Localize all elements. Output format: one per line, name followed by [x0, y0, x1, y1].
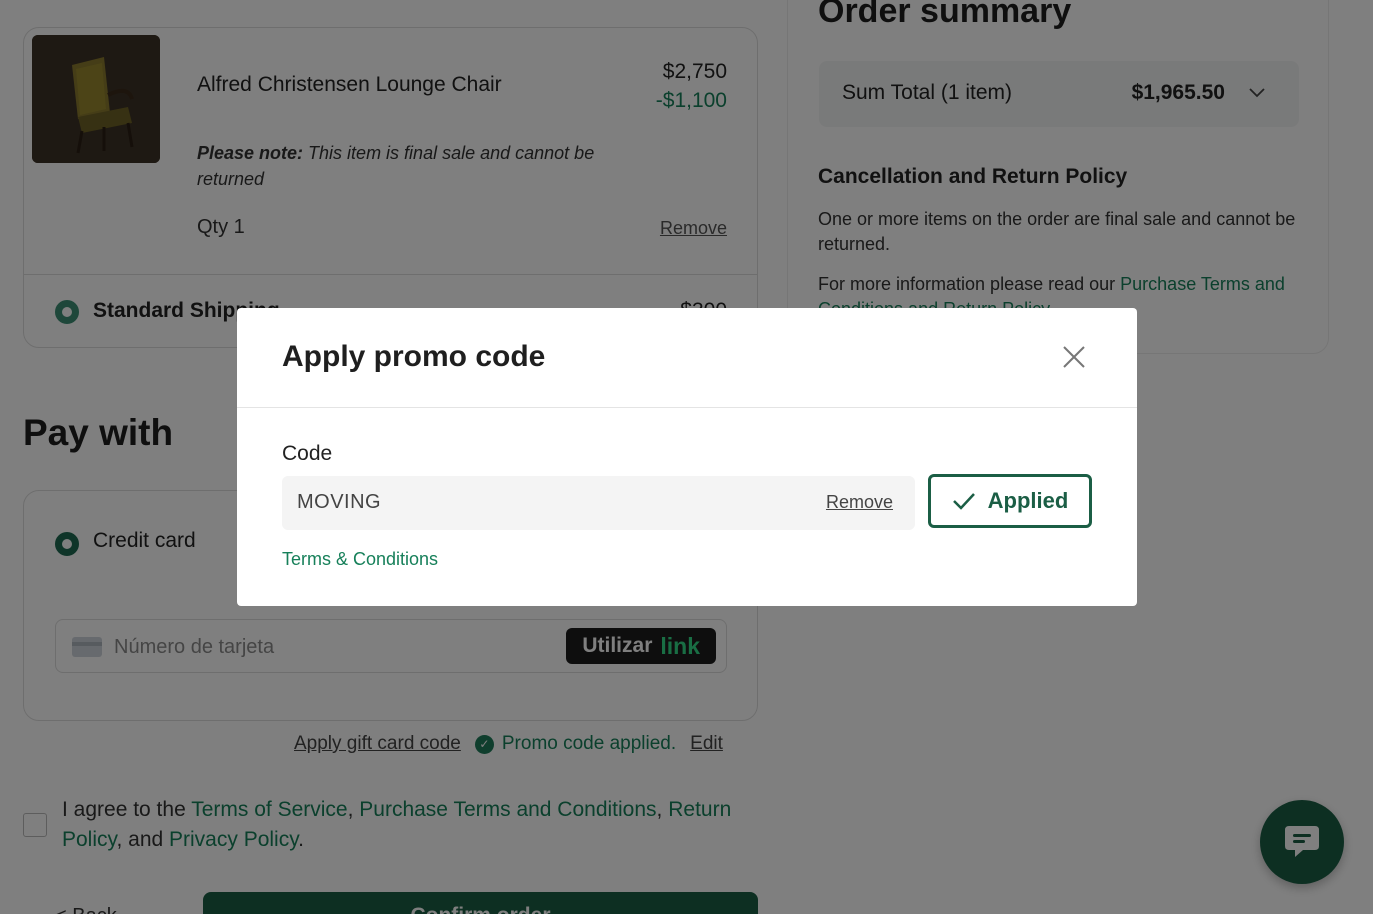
checkmark-icon [952, 493, 975, 510]
promo-code-input[interactable]: MOVING Remove [282, 476, 915, 530]
close-icon[interactable] [1059, 342, 1089, 372]
divider [237, 407, 1137, 408]
applied-label: Applied [987, 488, 1069, 513]
terms-conditions-link[interactable]: Terms & Conditions [282, 549, 438, 570]
promo-code-modal: Apply promo code Code MOVING Remove Appl… [237, 308, 1137, 606]
applied-button[interactable]: Applied [928, 474, 1092, 528]
modal-title: Apply promo code [282, 340, 546, 373]
remove-promo-link[interactable]: Remove [826, 492, 893, 513]
promo-code-value: MOVING [297, 491, 382, 513]
code-label: Code [282, 442, 333, 465]
